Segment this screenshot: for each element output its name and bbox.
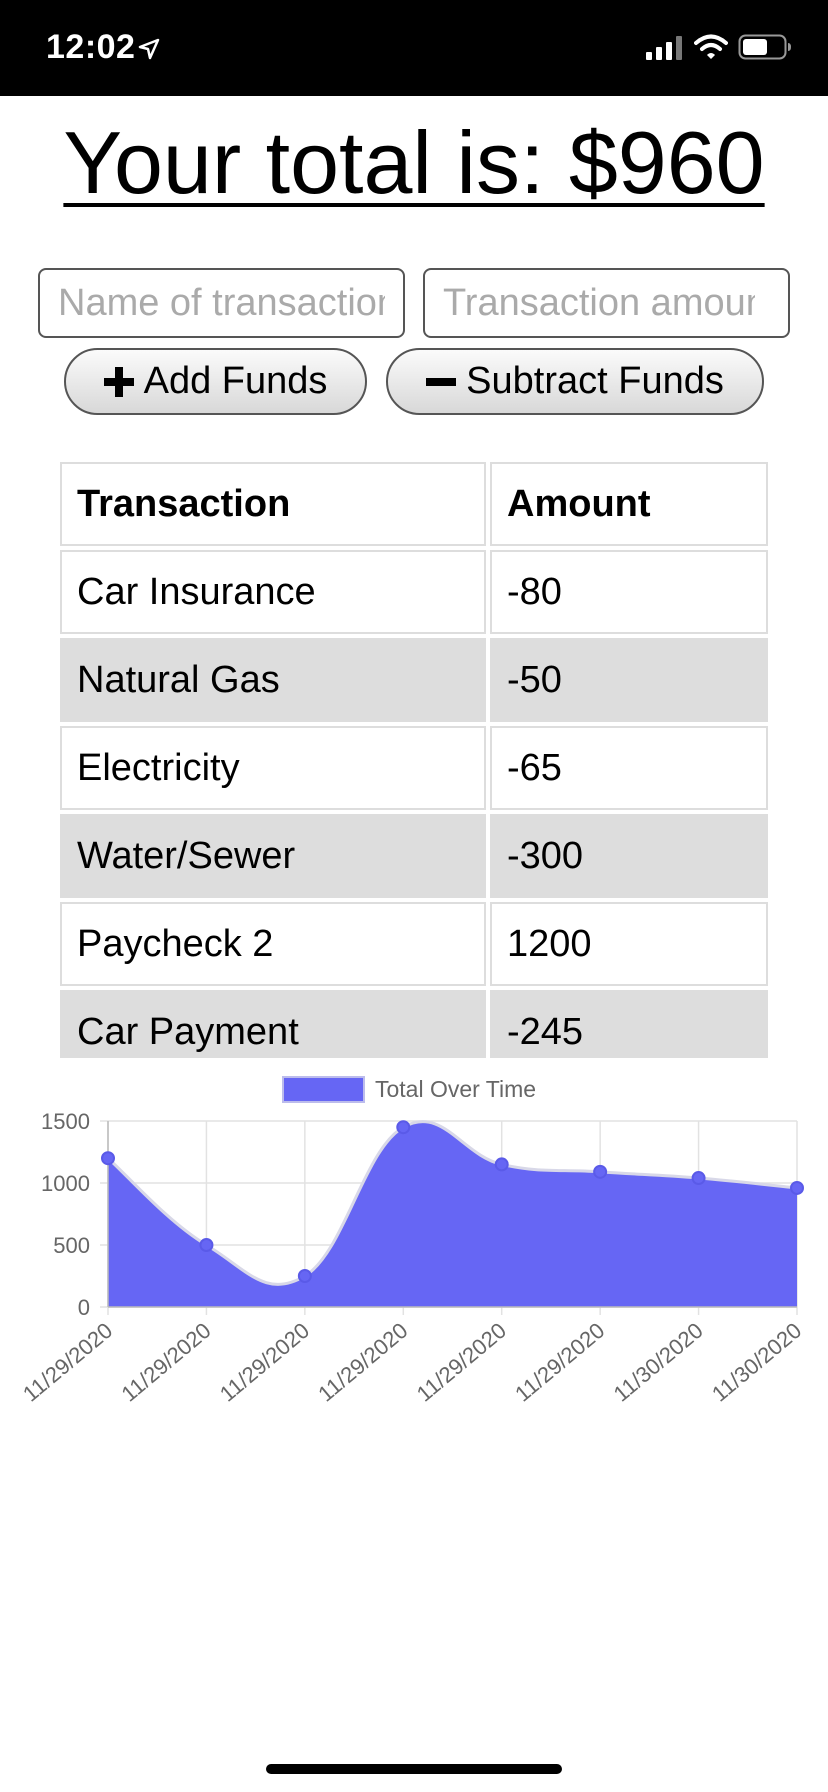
y-tick-label: 500 (53, 1233, 90, 1258)
data-point (199, 1238, 214, 1252)
x-tick-label: 11/30/2020 (609, 1318, 708, 1407)
battery-icon (738, 34, 791, 60)
add-funds-label: Add Funds (143, 360, 328, 402)
table-row: Car Payment -245 (60, 990, 768, 1058)
status-icons (646, 34, 792, 60)
transaction-name-cell: Natural Gas (60, 638, 486, 722)
transaction-name-input[interactable] (38, 268, 405, 338)
transaction-amount-cell: -50 (490, 638, 768, 722)
column-header-transaction: Transaction (60, 462, 486, 546)
wifi-icon (694, 34, 728, 59)
home-indicator (266, 1764, 562, 1774)
transaction-name-cell: Car Insurance (60, 550, 486, 634)
status-time: 12:02 (46, 28, 136, 66)
total-over-time-chart: 15001000500011/29/2020 11/29/2020 11/29/20… (18, 1076, 806, 1407)
cellular-signal-icon (646, 36, 682, 60)
transactions-table: Transaction Amount Car Insurance -80 Nat… (58, 460, 770, 1058)
transaction-name-cell: Electricity (60, 726, 486, 810)
x-tick-label: 11/29/2020 (412, 1318, 511, 1407)
transaction-amount-cell: -245 (490, 990, 768, 1058)
x-tick-label: 11/29/2020 (313, 1318, 412, 1407)
data-point (396, 1120, 411, 1135)
area-series-fill (108, 1121, 797, 1307)
data-point (691, 1171, 706, 1186)
data-point (297, 1269, 312, 1283)
x-tick-label: 11/29/2020 (18, 1318, 117, 1407)
column-header-amount: Amount (490, 462, 768, 546)
x-tick-label: 11/29/2020 (116, 1318, 215, 1407)
x-tick-label: 11/29/2020 (510, 1318, 609, 1407)
transaction-name-cell: Paycheck 2 (60, 902, 486, 986)
y-tick-label: 1000 (41, 1171, 90, 1196)
page-title: Your total is: $960 (63, 113, 765, 212)
transaction-amount-cell: -300 (490, 814, 768, 898)
table-row: Natural Gas -50 (60, 638, 768, 722)
legend-swatch (282, 1076, 365, 1103)
table-row: Water/Sewer -300 (60, 814, 768, 898)
x-tick-label: 11/30/2020 (707, 1318, 806, 1407)
legend-label: Total Over Time (375, 1076, 536, 1102)
data-point (593, 1164, 608, 1179)
add-funds-button[interactable]: Add Funds (64, 348, 367, 415)
transaction-amount-cell: -65 (490, 726, 768, 810)
transaction-name-cell: Water/Sewer (60, 814, 486, 898)
status-bar: 12:02 (0, 0, 828, 96)
table-row: Car Insurance -80 (60, 550, 768, 634)
table-row: Paycheck 2 1200 (60, 902, 768, 986)
subtract-funds-label: Subtract Funds (466, 360, 724, 402)
transactions-table-container[interactable]: Transaction Amount Car Insurance -80 Nat… (58, 460, 770, 1058)
data-point (101, 1151, 115, 1166)
location-arrow-icon (138, 38, 160, 60)
data-point (494, 1157, 509, 1172)
subtract-funds-button[interactable]: Subtract Funds (386, 348, 764, 415)
y-tick-label: 1500 (41, 1109, 90, 1134)
x-tick-label: 11/29/2020 (215, 1318, 314, 1407)
transaction-amount-cell: 1200 (490, 902, 768, 986)
data-point (790, 1180, 804, 1195)
minus-icon (426, 377, 457, 386)
table-header-row: Transaction Amount (60, 462, 768, 546)
y-tick-label: 0 (78, 1295, 90, 1320)
transaction-amount-cell: -80 (490, 550, 768, 634)
transaction-amount-input[interactable] (423, 268, 790, 338)
transaction-name-cell: Car Payment (60, 990, 486, 1058)
table-row: Electricity -65 (60, 726, 768, 810)
plus-icon (103, 366, 134, 397)
